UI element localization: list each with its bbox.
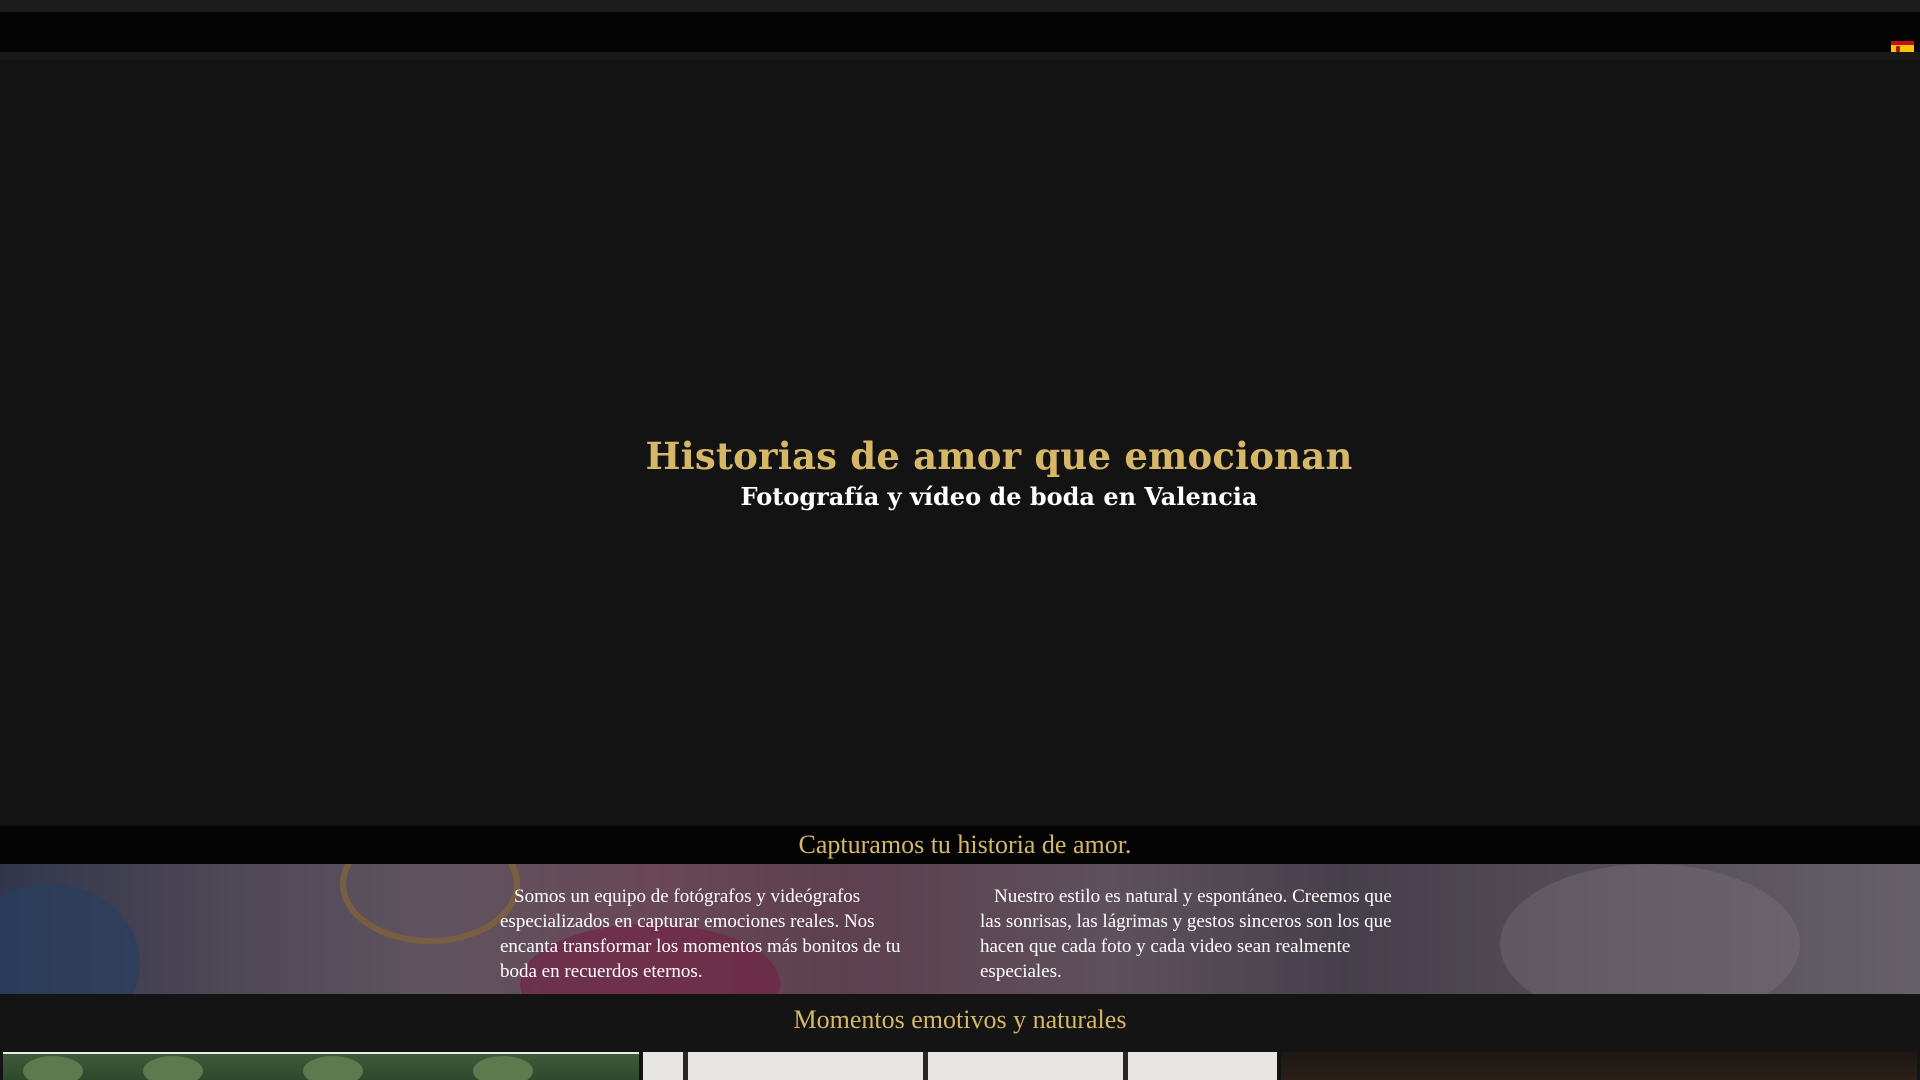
moments-heading: Momentos emotivos y naturales (793, 1005, 1127, 1034)
header-divider (0, 52, 1920, 60)
background-overlay (0, 864, 1920, 994)
intro-paragraph-right: Nuestro estilo es natural y espontáneo. … (980, 886, 1392, 982)
gallery-photo[interactable] (643, 1052, 1277, 1080)
site-header (0, 12, 1920, 57)
intro-heading: Capturamos tu historia de amor. (798, 830, 1132, 859)
intro-heading-bar: Capturamos tu historia de amor. (0, 826, 1920, 864)
gallery-photo[interactable] (1281, 1052, 1917, 1080)
intro-band: Somos un equipo de fotógrafos y videógra… (0, 864, 1920, 994)
gallery-photo[interactable] (3, 1052, 639, 1080)
browser-top-strip (0, 0, 1920, 12)
hero-subtitle: Fotografía y vídeo de boda en Valencia (740, 482, 1258, 511)
hero-title: Historias de amor que emocionan (645, 434, 1353, 478)
intro-paragraph-left: Somos un equipo de fotógrafos y videógra… (500, 886, 901, 982)
moments-gallery (0, 1052, 1920, 1080)
moments-heading-bar: Momentos emotivos y naturales (0, 994, 1920, 1052)
